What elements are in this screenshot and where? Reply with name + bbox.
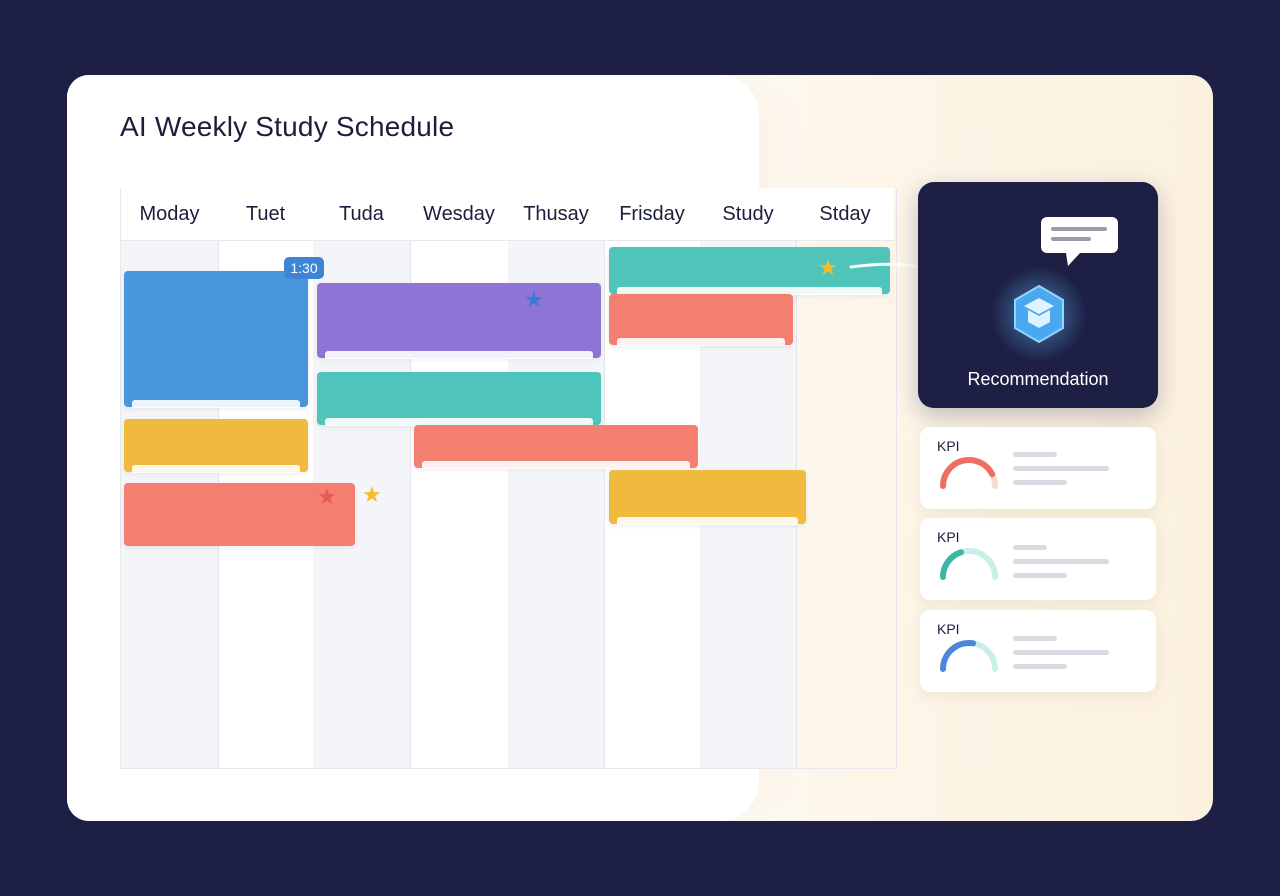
recommendation-card[interactable]: Recommendation — [918, 182, 1158, 408]
kpi-gauge — [940, 548, 998, 580]
day-header[interactable]: Stday — [796, 188, 894, 241]
day-header[interactable]: Tuet — [218, 188, 313, 241]
day-header[interactable]: Thusay — [508, 188, 604, 241]
day-header[interactable]: Moday — [121, 188, 218, 241]
star-icon: ★ — [317, 485, 337, 510]
time-badge: 1:30 — [284, 257, 324, 279]
study-block-blue[interactable] — [124, 271, 308, 408]
text-placeholder — [1013, 650, 1109, 655]
day-column-tuda: Tuda — [313, 188, 411, 768]
graduation-cap-icon — [991, 266, 1087, 362]
speech-bubble-icon — [1041, 217, 1118, 266]
page-title: AI Weekly Study Schedule — [120, 111, 455, 142]
text-placeholder — [1013, 664, 1067, 669]
kpi-gauge — [940, 640, 998, 672]
star-icon: ★ — [524, 288, 544, 313]
text-placeholder — [1013, 636, 1057, 641]
text-placeholder — [1013, 559, 1109, 564]
kpi-gauge — [940, 457, 998, 489]
day-column-wednesday: Wesday — [410, 188, 509, 768]
text-placeholder — [1013, 573, 1067, 578]
study-block-salmon-friday[interactable] — [609, 294, 793, 346]
study-block-salmon-wide[interactable] — [414, 425, 698, 469]
study-block-yellow[interactable] — [124, 419, 308, 473]
star-icon: ★ — [818, 256, 838, 281]
text-placeholder — [1013, 452, 1057, 457]
kpi-label: KPI — [937, 621, 960, 637]
day-column-thursday: Thusay — [508, 188, 605, 768]
kpi-label: KPI — [937, 438, 960, 454]
text-placeholder — [1013, 480, 1067, 485]
study-block-yellow-friday[interactable] — [609, 470, 806, 525]
study-block-purple[interactable] — [317, 283, 601, 359]
day-header[interactable]: Wesday — [410, 188, 508, 241]
recommendation-label: Recommendation — [967, 369, 1109, 389]
text-placeholder — [1013, 545, 1047, 550]
star-icon: ★ — [362, 483, 382, 508]
kpi-card[interactable]: KPI — [920, 518, 1156, 600]
kpi-card[interactable]: KPI — [920, 427, 1156, 509]
day-header[interactable]: Tuda — [313, 188, 410, 241]
text-placeholder — [1013, 466, 1109, 471]
day-header[interactable]: Frisday — [604, 188, 700, 241]
study-block-teal[interactable] — [317, 372, 601, 426]
day-header[interactable]: Study — [700, 188, 796, 241]
kpi-card[interactable]: KPI — [920, 610, 1156, 692]
kpi-label: KPI — [937, 529, 960, 545]
